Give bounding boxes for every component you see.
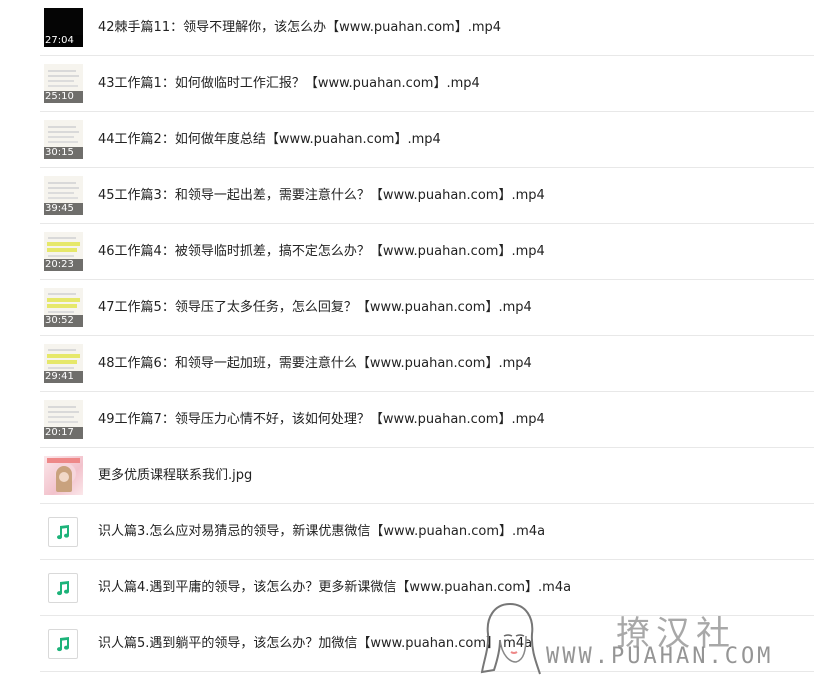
file-name: 42棘手篇11：领导不理解你，该怎么办【www.puahan.com】.mp4 bbox=[98, 20, 502, 35]
video-duration: 30:52 bbox=[44, 315, 83, 327]
music-note-icon bbox=[48, 573, 78, 603]
file-row[interactable]: 27:04 42棘手篇11：领导不理解你，该怎么办【www.puahan.com… bbox=[40, 0, 814, 56]
file-name: 47工作篇5：领导压了太多任务，怎么回复？【www.puahan.com】.mp… bbox=[98, 300, 532, 315]
file-name: 43工作篇1：如何做临时工作汇报？【www.puahan.com】.mp4 bbox=[98, 76, 480, 91]
file-row[interactable]: 识人篇5.遇到躺平的领导，该怎么办？加微信【www.puahan.com】.m4… bbox=[40, 616, 814, 672]
video-duration: 27:04 bbox=[44, 35, 83, 47]
video-thumbnail: 20:17 bbox=[44, 400, 83, 439]
file-row[interactable]: 更多优质课程联系我们.jpg bbox=[40, 448, 814, 504]
music-note-icon bbox=[48, 517, 78, 547]
file-row[interactable]: 识人篇3.怎么应对易猜忌的领导，新课优惠微信【www.puahan.com】.m… bbox=[40, 504, 814, 560]
video-duration: 30:15 bbox=[44, 147, 83, 159]
video-thumbnail: 30:15 bbox=[44, 120, 83, 159]
file-row[interactable]: 25:10 43工作篇1：如何做临时工作汇报？【www.puahan.com】.… bbox=[40, 56, 814, 112]
portrait-shape bbox=[56, 466, 72, 492]
video-thumbnail: 20:23 bbox=[44, 232, 83, 271]
file-name: 识人篇5.遇到躺平的领导，该怎么办？加微信【www.puahan.com】.m4… bbox=[98, 636, 533, 651]
video-duration: 20:23 bbox=[44, 259, 83, 271]
video-thumbnail: 25:10 bbox=[44, 64, 83, 103]
file-name: 48工作篇6：和领导一起加班，需要注意什么【www.puahan.com】.mp… bbox=[98, 356, 532, 371]
file-row[interactable]: 29:41 48工作篇6：和领导一起加班，需要注意什么【www.puahan.c… bbox=[40, 336, 814, 392]
video-duration: 29:41 bbox=[44, 371, 83, 383]
video-duration: 39:45 bbox=[44, 203, 83, 215]
file-row[interactable]: 20:17 49工作篇7：领导压力心情不好，该如何处理？【www.puahan.… bbox=[40, 392, 814, 448]
video-duration: 25:10 bbox=[44, 91, 83, 103]
image-banner-shape bbox=[47, 458, 80, 463]
video-thumbnail: 30:52 bbox=[44, 288, 83, 327]
video-duration: 20:17 bbox=[44, 427, 83, 439]
file-row[interactable]: 识人篇4.遇到平庸的领导，该怎么办？更多新课微信【www.puahan.com】… bbox=[40, 560, 814, 616]
music-note-icon bbox=[48, 629, 78, 659]
file-name: 49工作篇7：领导压力心情不好，该如何处理？【www.puahan.com】.m… bbox=[98, 412, 545, 427]
file-name: 44工作篇2：如何做年度总结【www.puahan.com】.mp4 bbox=[98, 132, 441, 147]
video-thumbnail: 29:41 bbox=[44, 344, 83, 383]
video-thumbnail: 27:04 bbox=[44, 8, 83, 47]
file-name: 45工作篇3：和领导一起出差，需要注意什么？【www.puahan.com】.m… bbox=[98, 188, 545, 203]
file-row[interactable]: 20:23 46工作篇4：被领导临时抓差，搞不定怎么办？【www.puahan.… bbox=[40, 224, 814, 280]
file-name: 识人篇3.怎么应对易猜忌的领导，新课优惠微信【www.puahan.com】.m… bbox=[98, 524, 546, 539]
file-row[interactable]: 30:52 47工作篇5：领导压了太多任务，怎么回复？【www.puahan.c… bbox=[40, 280, 814, 336]
image-thumbnail bbox=[44, 456, 83, 495]
file-row[interactable]: 39:45 45工作篇3：和领导一起出差，需要注意什么？【www.puahan.… bbox=[40, 168, 814, 224]
file-name: 46工作篇4：被领导临时抓差，搞不定怎么办？【www.puahan.com】.m… bbox=[98, 244, 545, 259]
video-thumbnail: 39:45 bbox=[44, 176, 83, 215]
file-row[interactable]: 30:15 44工作篇2：如何做年度总结【www.puahan.com】.mp4 bbox=[40, 112, 814, 168]
file-name: 更多优质课程联系我们.jpg bbox=[98, 468, 253, 483]
file-name: 识人篇4.遇到平庸的领导，该怎么办？更多新课微信【www.puahan.com】… bbox=[98, 580, 572, 595]
